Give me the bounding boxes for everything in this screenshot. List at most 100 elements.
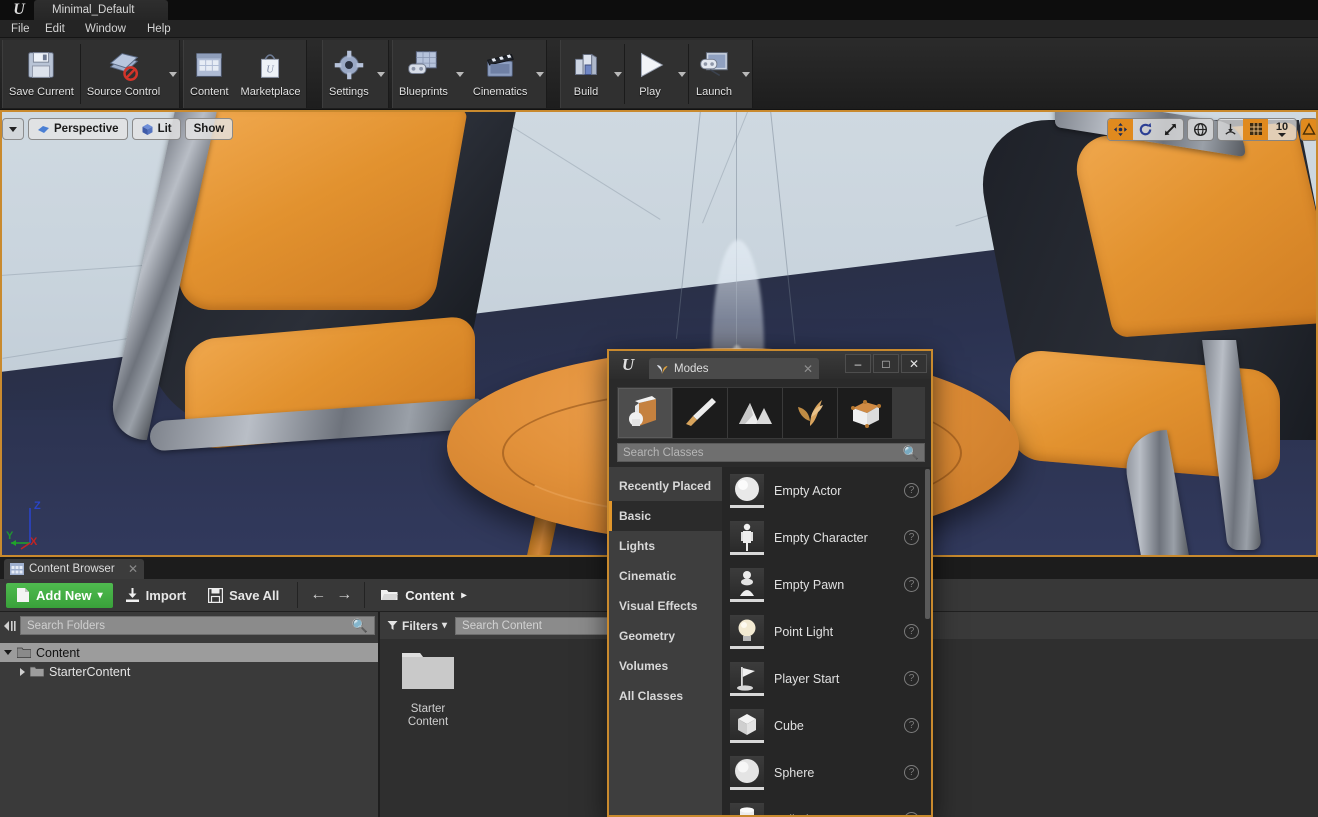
list-item-label: Empty Character [774,530,868,545]
menu-help[interactable]: Help [140,20,178,38]
menu-file[interactable]: File [4,20,37,38]
minimize-button[interactable]: – [845,354,871,373]
close-icon[interactable]: ✕ [803,362,813,376]
menu-window[interactable]: Window [78,20,133,38]
tree-item-startercontent[interactable]: StarterContent [0,662,378,681]
build-label: Build [573,86,599,98]
help-icon[interactable]: ? [904,577,919,592]
play-button[interactable]: Play [625,40,675,108]
close-icon[interactable]: ✕ [128,562,138,576]
import-button[interactable]: Import [115,582,196,608]
collapse-panel-icon[interactable] [0,612,20,639]
list-item[interactable]: Sphere ? [722,749,931,796]
expand-arrow-icon[interactable] [4,650,12,655]
rotate-mode-button[interactable] [1133,119,1158,140]
blueprints-button[interactable]: Blueprints [393,40,454,108]
save-all-button[interactable]: Save All [198,582,289,608]
show-menu-button[interactable]: Show [184,118,234,140]
cinematics-dropdown[interactable] [533,40,546,108]
launch-button[interactable]: Launch [689,40,739,108]
category-cinematic[interactable]: Cinematic [609,561,722,591]
back-button[interactable]: ← [306,582,330,608]
marketplace-button[interactable]: U Marketplace [235,40,307,108]
paint-mode-tab[interactable] [673,388,727,438]
build-button[interactable]: Build [561,40,611,108]
grid-snap-toggle[interactable] [1243,118,1268,140]
search-classes-input[interactable]: Search Classes 🔍 [617,443,925,462]
camera-mode-button[interactable]: Perspective [28,118,128,140]
landscape-mode-tab[interactable] [728,388,782,438]
scale-mode-button[interactable] [1158,119,1183,140]
help-icon[interactable]: ? [904,812,919,815]
modes-item-list[interactable]: Empty Actor ? Empty Character ? Empty Pa… [722,467,931,815]
content-browser-tab[interactable]: Content Browser ✕ [4,559,144,579]
surface-snapping-button[interactable] [1218,119,1243,140]
list-item[interactable]: Cube ? [722,702,931,749]
geometry-editing-mode-tab[interactable] [838,388,892,438]
help-icon[interactable]: ? [904,624,919,639]
category-volumes[interactable]: Volumes [609,651,722,681]
source-control-dropdown[interactable] [166,40,179,108]
menu-edit[interactable]: Edit [38,20,72,38]
filters-button[interactable]: Filters ▾ [387,612,447,639]
list-item[interactable]: Empty Character ? [722,514,931,561]
expand-arrow-icon[interactable] [20,667,25,676]
list-item[interactable]: Empty Actor ? [722,467,931,514]
play-dropdown[interactable] [675,40,688,108]
close-button[interactable]: ✕ [901,354,927,373]
help-icon[interactable]: ? [904,718,919,733]
list-item-label: Player Start [774,671,840,686]
tree-item-content[interactable]: Content [0,643,378,662]
place-mode-tab[interactable] [618,388,672,438]
modes-window-titlebar[interactable]: U Modes ✕ – □ ✕ [609,351,931,379]
breadcrumb[interactable]: Content ▸ [373,582,474,608]
asset-item[interactable]: Starter Content [388,647,468,729]
add-new-button[interactable]: Add New ▾ [6,582,113,608]
search-content-input[interactable]: Search Content [455,616,628,635]
translate-mode-button[interactable] [1108,118,1133,140]
foliage-mode-tab[interactable] [783,388,837,438]
character-thumb-icon [730,520,764,555]
view-mode-button[interactable]: Lit [131,118,181,140]
grid-snap-value[interactable]: 10 [1268,119,1296,140]
perspective-camera-icon [38,125,49,133]
modes-tab-label: Modes [674,362,709,375]
category-recently-placed[interactable]: Recently Placed [609,471,722,501]
category-basic[interactable]: Basic [609,501,722,531]
modes-window[interactable]: U Modes ✕ – □ ✕ Search Classes 🔍 Recentl… [607,349,933,817]
list-item[interactable]: Cylinder ? [722,796,931,815]
source-control-button[interactable]: Source Control [81,40,166,108]
rotation-snap-toggle[interactable] [1300,117,1318,141]
launch-dropdown[interactable] [739,40,752,108]
project-tab[interactable]: Minimal_Default [34,0,169,20]
viewport-options-menu[interactable] [2,118,24,140]
list-item[interactable]: Player Start ? [722,655,931,702]
help-icon[interactable]: ? [904,530,919,545]
category-all-classes[interactable]: All Classes [609,681,722,711]
list-item[interactable]: Empty Pawn ? [722,561,931,608]
maximize-button[interactable]: □ [873,354,899,373]
settings-button[interactable]: Settings [323,40,375,108]
cinematics-button[interactable]: Cinematics [467,40,533,108]
category-lights[interactable]: Lights [609,531,722,561]
grid-snap-value-label: 10 [1275,120,1289,133]
filter-funnel-icon [387,621,398,630]
launch-monitor-icon [700,52,728,77]
save-current-button[interactable]: Save Current [3,40,80,108]
list-item-label: Cube [774,718,804,733]
help-icon[interactable]: ? [904,483,919,498]
category-geometry[interactable]: Geometry [609,621,722,651]
content-button[interactable]: Content [184,40,235,108]
world-coordinates-button[interactable] [1188,119,1213,140]
help-icon[interactable]: ? [904,765,919,780]
list-item[interactable]: Point Light ? [722,608,931,655]
geometry-box-icon [851,400,881,428]
build-dropdown[interactable] [611,40,624,108]
forward-button[interactable]: → [332,582,356,608]
category-visual-effects[interactable]: Visual Effects [609,591,722,621]
modes-tab[interactable]: Modes ✕ [649,358,819,379]
blueprints-dropdown[interactable] [454,40,467,108]
settings-dropdown[interactable] [375,40,388,108]
search-folders-input[interactable]: Search Folders 🔍 [20,616,375,635]
help-icon[interactable]: ? [904,671,919,686]
